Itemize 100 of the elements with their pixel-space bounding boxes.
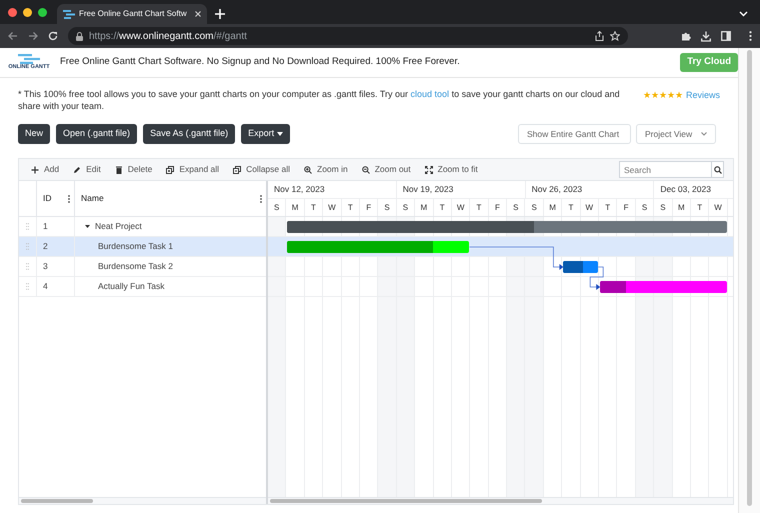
day-header: S (378, 199, 397, 216)
search-icon (714, 166, 722, 174)
close-window-icon[interactable] (8, 8, 17, 16)
star-icon: ★ (650, 89, 659, 101)
close-icon[interactable] (195, 11, 201, 17)
day-header: S (507, 199, 526, 216)
toolbar-button[interactable]: Zoom out (362, 163, 411, 176)
chevron-down-icon[interactable] (739, 11, 748, 17)
day-header: S (636, 199, 654, 216)
day-header: F (617, 199, 636, 216)
day-header: M (415, 199, 434, 216)
day-header: M (544, 199, 562, 216)
scrollbar[interactable] (270, 499, 542, 503)
expand-icon (424, 166, 433, 174)
toolbar-button[interactable]: Open (.gantt file) (56, 124, 138, 144)
lock-icon (76, 32, 83, 40)
zoom-out-icon (362, 166, 370, 174)
url-text: https://www.onlinegantt.com/#/gantt (89, 30, 248, 44)
star-icon: ★ (674, 89, 683, 101)
toolbar-button[interactable]: Save As (.gantt file) (143, 124, 236, 144)
forward-icon[interactable] (28, 31, 38, 41)
day-header: S (654, 199, 673, 216)
week-header: Nov 26, 2023 (526, 181, 654, 198)
toolbar-button[interactable]: Add (31, 163, 60, 176)
task-id: 2 (43, 240, 48, 253)
trash-icon (114, 166, 123, 174)
stripes-icon (18, 54, 40, 64)
day-header: T (304, 199, 324, 216)
day-header: S (268, 199, 286, 216)
day-header: T (599, 199, 618, 216)
pencil-icon (73, 166, 82, 174)
search-button[interactable] (712, 161, 724, 178)
minimize-window-icon[interactable] (23, 8, 32, 16)
day-header: T (342, 199, 360, 216)
task-id: 4 (43, 280, 48, 293)
toolbar-button[interactable]: Expand all (166, 163, 220, 176)
tab-title: Free Online Gantt Chart Softw (79, 8, 187, 20)
day-header: T (690, 199, 710, 216)
caret-icon (277, 132, 284, 136)
puzzle-icon[interactable] (681, 31, 691, 41)
day-header: F (488, 199, 508, 216)
reload-icon[interactable] (48, 31, 58, 41)
caret-icon[interactable] (85, 224, 90, 229)
day-header: T (470, 199, 489, 216)
toolbar-button[interactable]: Zoom to fit (424, 163, 478, 176)
day-header: M (672, 199, 691, 216)
scrollbar[interactable] (747, 50, 752, 506)
task-row[interactable]: 2 Burdensome Task 1 (19, 237, 266, 257)
column-header[interactable]: ID (43, 192, 52, 205)
task-row[interactable]: 3 Burdensome Task 2 (19, 257, 266, 277)
task-id: 1 (43, 220, 48, 233)
select-dropdown[interactable]: Show Entire Gantt Chart (518, 124, 631, 144)
week-header: Nov 19, 2023 (396, 181, 526, 198)
day-header: W (709, 199, 728, 216)
chevron-down-icon (701, 132, 707, 136)
dropdown-button[interactable]: Export (241, 124, 290, 144)
toolbar-button[interactable]: Delete (114, 163, 152, 176)
task-name: Burdensome Task 1 (98, 240, 173, 253)
zoom-in-icon (304, 166, 312, 174)
star-icon: ★ (666, 89, 675, 101)
column-header[interactable]: Name (81, 192, 104, 205)
star-icon: ★ (658, 89, 667, 101)
browser-tab[interactable]: Free Online Gantt Chart Softw (57, 4, 207, 24)
tagline: Free Online Gantt Chart Software. No Signup and No Download Required. 100% Free Forever. (60, 55, 460, 70)
toolbar-button[interactable]: Zoom in (304, 163, 348, 176)
new-tab-icon[interactable] (215, 9, 225, 19)
search-field[interactable]: Search (619, 161, 712, 178)
stripes-icon (63, 10, 75, 18)
star-icon: ★ (642, 89, 651, 101)
task-row[interactable]: 4 Actually Fun Task (19, 277, 266, 297)
scrollbar[interactable] (21, 499, 93, 503)
task-name: Burdensome Task 2 (98, 260, 173, 273)
side-panel-icon[interactable] (721, 31, 731, 41)
toolbar-button[interactable]: New (18, 124, 50, 144)
day-header: S (396, 199, 416, 216)
maximize-window-icon[interactable] (38, 8, 47, 16)
menu-icon[interactable] (749, 31, 752, 41)
day-header: T (562, 199, 581, 216)
copy-icon (166, 166, 174, 174)
notice-text: * This 100% free tool allows you to save your gantt charts on your computer as .gantt files. Try our cloud tool to save your gantt charts on our cloud and share with your team. (18, 88, 621, 113)
address-bar[interactable]: https://www.onlinegantt.com/#/gantt (68, 27, 628, 45)
plus-icon (31, 166, 39, 174)
day-header: W (452, 199, 470, 216)
day-header: F (360, 199, 378, 216)
select-dropdown[interactable]: Project View (636, 124, 716, 144)
back-icon[interactable] (8, 31, 18, 41)
day-header: T (434, 199, 452, 216)
day-header: W (323, 199, 342, 216)
task-name: Neat Project (95, 220, 142, 233)
download-icon[interactable] (701, 30, 711, 42)
day-header: S (525, 199, 544, 216)
copy-icon (233, 166, 242, 174)
toolbar-button[interactable]: Collapse all (233, 163, 290, 176)
toolbar-button[interactable]: Edit (73, 163, 101, 176)
day-header: W (580, 199, 600, 216)
week-header: Nov 12, 2023 (268, 181, 397, 198)
task-bar[interactable] (563, 261, 598, 273)
star-icon[interactable] (610, 31, 620, 41)
share-icon[interactable] (595, 31, 604, 41)
task-name: Actually Fun Task (98, 280, 164, 293)
